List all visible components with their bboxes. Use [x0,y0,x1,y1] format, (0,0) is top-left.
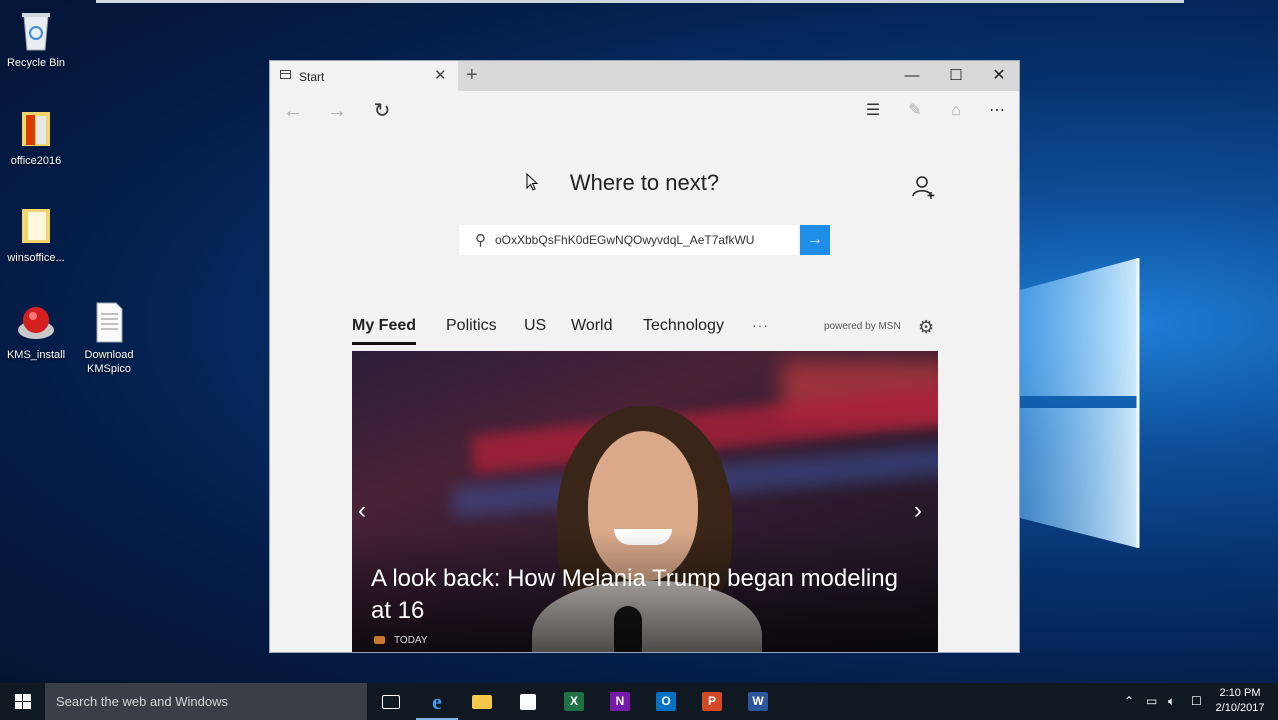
windows-logo-wallpaper [1020,250,1278,560]
tab-technology[interactable]: Technology [643,317,724,335]
store-icon [520,694,536,710]
taskbar-search-box[interactable]: Search the web and Windows [45,683,367,720]
hero-headline[interactable]: A look back: How Melania Trump began mod… [371,563,911,627]
page-heading: Where to next? [569,170,720,195]
minimize-button[interactable]: — [890,61,934,91]
desktop-icon-winsoffice[interactable]: winsoffice... [0,203,72,265]
hub-button[interactable]: ☰ [858,99,888,123]
taskbar-task-view[interactable] [367,683,413,720]
clock-time: 2:10 PM [1219,687,1261,699]
forward-button[interactable]: → [322,99,352,123]
taskbar-word[interactable]: W [735,683,781,720]
add-person-icon[interactable] [912,174,936,200]
folder-icon [16,106,56,150]
close-tab-icon[interactable]: ✕ [434,66,447,84]
back-button[interactable]: ← [278,99,308,123]
close-window-button[interactable]: ✕ [977,61,1019,91]
desktop-icon-download-kmspico[interactable]: Download KMSpico [73,300,145,376]
gear-icon[interactable]: ⚙ [918,317,934,338]
powerpoint-icon: P [702,692,722,711]
title-bar: Start ✕ + — ☐ ✕ [270,61,1019,91]
network-icon[interactable]: ▭ [1146,683,1157,720]
edge-browser-window: Start ✕ + — ☐ ✕ ← → ↻ ☰ ✎ ⌂ ⋯ Where to n… [269,60,1020,653]
word-icon: W [748,692,768,711]
more-actions-button[interactable]: ⋯ [982,99,1012,123]
taskbar: Search the web and Windows e X N O P W ⌃… [0,683,1278,720]
clock-date: 2/10/2017 [1215,702,1265,714]
web-note-button[interactable]: ✎ [900,99,930,123]
action-center-icon[interactable]: ☐ [1191,683,1202,720]
next-arrow-icon[interactable]: › [914,497,922,525]
windows-icon [15,694,31,709]
desktop-icon-label: Recycle Bin [6,57,66,69]
refresh-button[interactable]: ↻ [367,99,397,123]
desktop-icon-label: Download KMSpico [84,349,134,375]
desktop-window-edge [96,0,1184,3]
edge-icon: e [432,689,442,714]
desktop-icon-label: KMS_install [6,349,66,361]
tab-politics[interactable]: Politics [446,317,497,335]
task-view-icon [382,695,400,709]
source-logo-icon [374,636,385,645]
taskbar-edge[interactable]: e [414,683,460,720]
share-button[interactable]: ⌂ [941,99,971,123]
taskbar-outlook[interactable]: O [643,683,689,720]
search-icon: ⚲ [475,232,486,249]
desktop-icon-office2016[interactable]: office2016 [0,106,72,168]
file-explorer-icon [472,695,492,709]
previous-arrow-icon[interactable]: ‹ [358,497,366,525]
hero-news-card[interactable]: ‹ › A look back: How Melania Trump began… [352,351,938,652]
taskbar-powerpoint[interactable]: P [689,683,735,720]
powered-by-label: powered by MSN [824,321,901,332]
text-file-icon [89,300,129,344]
page-icon [280,70,291,79]
search-input[interactable] [495,230,789,250]
recycle-bin-icon [16,8,56,52]
folder-icon [16,203,56,247]
mouse-pointer-icon [526,172,539,196]
excel-icon: X [564,692,584,711]
show-hidden-icons-icon[interactable]: ⌃ [1124,683,1134,720]
desktop-icon-label: winsoffice... [7,252,65,264]
tab-start[interactable]: Start ✕ [270,61,458,91]
hero-source-label: TODAY [394,635,428,646]
onenote-icon: N [610,692,630,711]
search-box[interactable]: ⚲ [459,225,798,255]
start-button[interactable] [0,683,45,720]
taskbar-onenote[interactable]: N [597,683,643,720]
hero-source: TODAY [374,635,428,646]
tab-title: Start [299,70,325,84]
taskbar-excel[interactable]: X [551,683,597,720]
navigation-bar: ← → ↻ ☰ ✎ ⌂ ⋯ [270,91,1019,131]
outlook-icon: O [656,692,676,711]
maximize-button[interactable]: ☐ [934,61,978,91]
taskbar-file-explorer[interactable] [459,683,505,720]
tab-us[interactable]: US [524,317,546,335]
red-button-icon [16,300,56,344]
tab-my-feed[interactable]: My Feed [352,317,417,345]
more-tabs-button[interactable]: ··· [752,317,769,333]
new-tab-button[interactable]: + [466,64,478,87]
go-button[interactable]: → [800,225,830,255]
desktop-icon-label: office2016 [10,155,62,167]
taskbar-store[interactable] [505,683,551,720]
tab-world[interactable]: World [571,317,613,335]
desktop-icon-recycle-bin[interactable]: Recycle Bin [0,8,72,70]
volume-icon[interactable]: 🔈︎ [1168,683,1175,720]
desktop-icon-kms-install[interactable]: KMS_install [0,300,72,362]
clock[interactable]: 2:10 PM 2/10/2017 [1210,686,1270,716]
